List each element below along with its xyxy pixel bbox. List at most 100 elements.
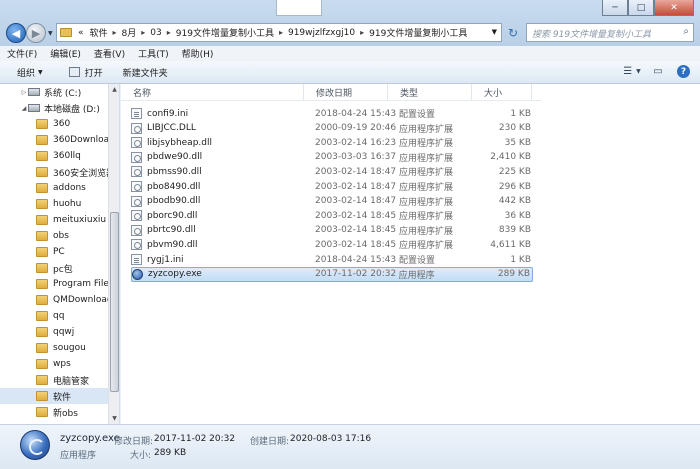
column-header-type[interactable]: 类型 — [388, 84, 472, 100]
new-folder-button[interactable]: 新建文件夹 — [111, 66, 176, 79]
file-row[interactable]: pbvm90.dll 2003-02-14 18:45 应用程序扩展 4,611 KB — [131, 237, 533, 252]
chevron-right-icon[interactable]: ▸ — [165, 28, 173, 37]
file-name: pbdwe90.dll — [147, 152, 203, 163]
file-name: pbodb90.dll — [147, 196, 201, 207]
nav-drive-c[interactable]: ▷ 系统 (C:) — [0, 84, 108, 100]
search-placeholder: 搜索 919文件增量复制小工具 — [532, 30, 652, 40]
change-view-button[interactable]: ☰ ▼ — [623, 65, 641, 78]
file-row[interactable]: rygj1.ini 2018-04-24 15:43 配置设置 1 KB — [131, 252, 533, 267]
breadcrumb-overflow[interactable]: « — [75, 28, 87, 38]
folder-icon — [36, 407, 48, 417]
chevron-right-icon[interactable]: ▸ — [358, 28, 366, 37]
nav-folder-item[interactable]: 360llq — [0, 148, 108, 164]
nav-folder-item[interactable]: 电脑管家 — [0, 372, 108, 388]
preview-pane-button[interactable]: ▭ — [651, 65, 665, 78]
nav-folder-item[interactable]: qqwj — [0, 324, 108, 340]
file-row[interactable]: pbmss90.dll 2003-02-14 18:47 应用程序扩展 225 KB — [131, 164, 533, 179]
chevron-right-icon[interactable]: ▸ — [111, 28, 119, 37]
nav-drive-d[interactable]: ◢ 本地磁盘 (D:) — [0, 100, 108, 116]
nav-folder-item[interactable]: Program Files — [0, 276, 114, 292]
menu-view[interactable]: 查看(V) — [94, 47, 125, 60]
help-button[interactable]: ? — [677, 65, 690, 78]
nav-folder-item[interactable]: addons — [0, 180, 108, 196]
organize-button[interactable]: 组织 ▼ — [0, 66, 51, 79]
menu-tools[interactable]: 工具(T) — [138, 47, 169, 60]
recent-pages-dropdown[interactable]: ▼ — [48, 30, 53, 37]
chevron-right-icon[interactable]: ▸ — [139, 28, 147, 37]
nav-scrollbar[interactable]: ▲ ▼ — [108, 84, 119, 424]
address-dropdown-icon[interactable]: ▼ — [492, 28, 497, 36]
menu-file[interactable]: 文件(F) — [7, 47, 37, 60]
file-row[interactable]: LIBJCC.DLL 2000-09-19 20:46 应用程序扩展 230 KB — [131, 121, 533, 136]
nav-folder-item[interactable]: 软件 — [0, 388, 108, 404]
folder-icon — [36, 231, 48, 241]
back-button[interactable]: ◀ — [6, 23, 26, 43]
nav-folder-item[interactable]: sougou — [0, 340, 108, 356]
breadcrumb-item[interactable]: 软件 — [87, 26, 111, 39]
scroll-up-icon[interactable]: ▲ — [109, 84, 119, 95]
nav-folder-item[interactable]: QMDownload — [0, 292, 113, 308]
nav-label: wps — [53, 359, 71, 369]
menu-help[interactable]: 帮助(H) — [182, 47, 214, 60]
scrollbar-thumb[interactable] — [110, 212, 119, 392]
file-name: libjsybheap.dll — [147, 137, 212, 148]
nav-folder-item[interactable]: qq — [0, 308, 108, 324]
breadcrumb-item[interactable]: 8月 — [119, 26, 140, 39]
nav-folder-item[interactable]: 360Downloads — [0, 132, 119, 148]
nav-label: pc包 — [53, 264, 73, 275]
chevron-down-icon: ▼ — [636, 68, 641, 75]
search-icon[interactable]: ⌕ — [683, 26, 689, 37]
menu-edit[interactable]: 编辑(E) — [50, 47, 81, 60]
dll-file-icon — [131, 195, 142, 207]
search-input[interactable]: 搜索 919文件增量复制小工具 ⌕ — [526, 23, 694, 42]
open-icon — [68, 67, 80, 77]
file-name-cell: pbrtc90.dll — [131, 224, 315, 236]
column-header-name[interactable]: 名称 — [121, 84, 304, 100]
folder-icon — [36, 135, 48, 145]
file-row[interactable]: zyzcopy.exe 2017-11-02 20:32 应用程序 289 KB — [131, 266, 533, 282]
nav-folder-item[interactable]: 新obs — [0, 404, 108, 420]
file-row[interactable]: pbdwe90.dll 2003-03-03 16:37 应用程序扩展 2,410 K… — [131, 150, 533, 165]
file-row[interactable]: pbo8490.dll 2003-02-14 18:47 应用程序扩展 296 KB — [131, 179, 533, 194]
details-size-label: 大小: — [130, 451, 152, 461]
open-button[interactable]: 打开 — [51, 66, 111, 79]
chevron-right-icon[interactable]: ▸ — [277, 28, 285, 37]
nav-label: huohu — [53, 199, 82, 209]
expand-arrow-icon[interactable]: ▷ — [20, 89, 28, 96]
scroll-down-icon[interactable]: ▼ — [109, 413, 119, 424]
breadcrumb-item[interactable]: 919文件增量复制小工具 — [173, 26, 277, 39]
file-size: 1 KB — [510, 254, 531, 265]
forward-button[interactable]: ▶ — [26, 23, 46, 43]
breadcrumb-item[interactable]: 919wjzlfzxgj10 — [285, 28, 358, 38]
nav-folder-item[interactable]: wps — [0, 356, 108, 372]
details-pane: zyzcopy.exe 修改日期: 2017-11-02 20:32 创建日期:… — [0, 424, 700, 469]
minimize-button[interactable]: ─ — [602, 0, 628, 16]
file-row[interactable]: pborc90.dll 2003-02-14 18:45 应用程序扩展 36 KB — [131, 208, 533, 223]
nav-folder-item[interactable]: 360安全浏览器 — [0, 164, 115, 180]
close-button[interactable]: ✕ — [654, 0, 694, 16]
title-bar: ─ □ ✕ ◀ ▶ ▼ « 软件 ▸ 8月 ▸ 03 ▸ 919文件增量复制小工… — [0, 0, 700, 46]
address-bar[interactable]: « 软件 ▸ 8月 ▸ 03 ▸ 919文件增量复制小工具 ▸ 919wjzlf… — [56, 23, 502, 42]
nav-folder-item[interactable]: obs — [0, 228, 108, 244]
column-header-size[interactable]: 大小 — [472, 84, 532, 100]
column-header-date[interactable]: 修改日期 — [304, 84, 388, 100]
file-row[interactable]: pbodb90.dll 2003-02-14 18:47 应用程序扩展 442 KB — [131, 194, 533, 209]
file-row[interactable]: pbrtc90.dll 2003-02-14 18:45 应用程序扩展 839 KB — [131, 223, 533, 238]
collapse-arrow-icon[interactable]: ◢ — [20, 105, 28, 112]
nav-folder-item[interactable]: PC — [0, 244, 108, 260]
breadcrumb-item[interactable]: 919文件增量复制小工具 — [366, 26, 470, 39]
file-row[interactable]: libjsybheap.dll 2003-02-14 16:23 应用程序扩展 35 … — [131, 135, 533, 150]
refresh-button[interactable]: ↻ — [504, 23, 522, 42]
nav-label: 软件 — [53, 392, 72, 403]
maximize-button[interactable]: □ — [628, 0, 654, 16]
nav-folder-item[interactable]: 360 — [0, 116, 108, 132]
file-list: 名称 修改日期 类型 大小 confi9.ini 2018-04-24 15:43… — [121, 84, 700, 424]
folder-icon — [36, 247, 48, 257]
nav-label: 新obs — [53, 408, 78, 419]
preview-pane-icon: ▭ — [653, 66, 663, 77]
nav-folder-item[interactable]: pc包 — [0, 260, 108, 276]
breadcrumb-item[interactable]: 03 — [147, 28, 164, 38]
nav-folder-item[interactable]: huohu — [0, 196, 108, 212]
file-row[interactable]: confi9.ini 2018-04-24 15:43 配置设置 1 KB — [131, 106, 533, 121]
nav-folder-item[interactable]: meituxiuxiu — [0, 212, 108, 228]
